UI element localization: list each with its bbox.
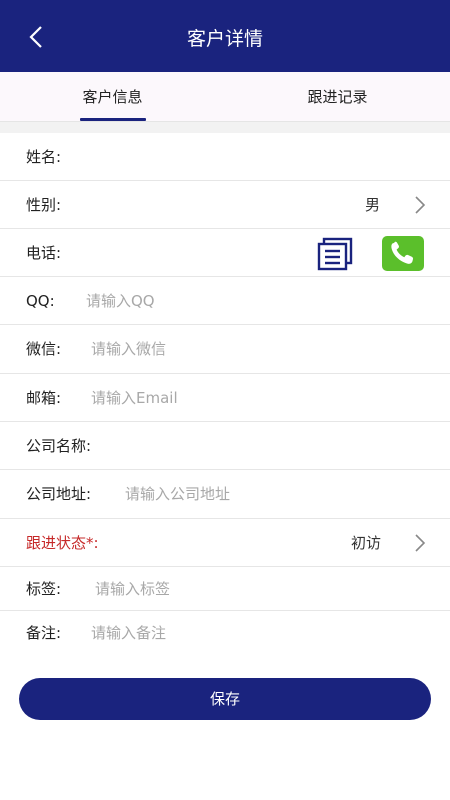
wechat-row: 微信: 请输入微信 bbox=[0, 325, 450, 374]
qq-label: QQ: bbox=[26, 292, 55, 310]
tab-customer-info[interactable]: 客户信息 bbox=[0, 72, 225, 122]
copy-icon[interactable] bbox=[317, 237, 353, 271]
company-address-row: 公司地址: 请输入公司地址 bbox=[0, 470, 450, 519]
call-button[interactable] bbox=[382, 236, 424, 271]
gender-row[interactable]: 性别: 男 bbox=[0, 181, 450, 229]
tag-label: 标签: bbox=[26, 580, 62, 598]
email-input[interactable]: 请输入Email bbox=[91, 374, 178, 422]
name-row[interactable]: 姓名: bbox=[0, 133, 450, 181]
section-divider bbox=[0, 122, 450, 133]
email-label: 邮箱: bbox=[26, 389, 62, 407]
tab-follow-up-records[interactable]: 跟进记录 bbox=[225, 72, 450, 122]
tag-input[interactable]: 请输入标签 bbox=[95, 567, 170, 611]
note-label: 备注: bbox=[26, 624, 62, 642]
tag-row: 标签: 请输入标签 bbox=[0, 567, 450, 611]
qq-row: QQ: 请输入QQ bbox=[0, 277, 450, 325]
chevron-right-icon bbox=[415, 533, 426, 552]
wechat-label: 微信: bbox=[26, 340, 62, 358]
company-name-row[interactable]: 公司名称: bbox=[0, 422, 450, 470]
note-row: 备注: 请输入备注 bbox=[0, 611, 450, 655]
app-header: 客户详情 bbox=[0, 0, 450, 72]
phone-row: 电话: bbox=[0, 229, 450, 277]
phone-icon bbox=[391, 241, 414, 264]
gender-value: 男 bbox=[364, 196, 380, 214]
name-label: 姓名: bbox=[26, 148, 62, 166]
phone-label: 电话: bbox=[26, 244, 62, 262]
qq-input[interactable]: 请输入QQ bbox=[86, 277, 155, 325]
gender-label: 性别: bbox=[26, 196, 62, 214]
note-input[interactable]: 请输入备注 bbox=[91, 611, 166, 655]
follow-status-row[interactable]: 跟进状态*: 初访 bbox=[0, 519, 450, 567]
company-address-label: 公司地址: bbox=[26, 485, 92, 503]
follow-status-label: 跟进状态*: bbox=[26, 534, 99, 552]
wechat-input[interactable]: 请输入微信 bbox=[91, 325, 166, 374]
page-title: 客户详情 bbox=[186, 28, 263, 50]
follow-status-value: 初访 bbox=[350, 534, 381, 552]
company-address-input[interactable]: 请输入公司地址 bbox=[125, 470, 230, 519]
chevron-right-icon bbox=[415, 195, 426, 214]
tab-bar: 客户信息 跟进记录 bbox=[0, 72, 450, 122]
email-row: 邮箱: 请输入Email bbox=[0, 374, 450, 422]
save-button[interactable]: 保存 bbox=[19, 678, 431, 720]
active-tab-indicator bbox=[80, 118, 146, 121]
company-name-label: 公司名称: bbox=[26, 437, 92, 455]
